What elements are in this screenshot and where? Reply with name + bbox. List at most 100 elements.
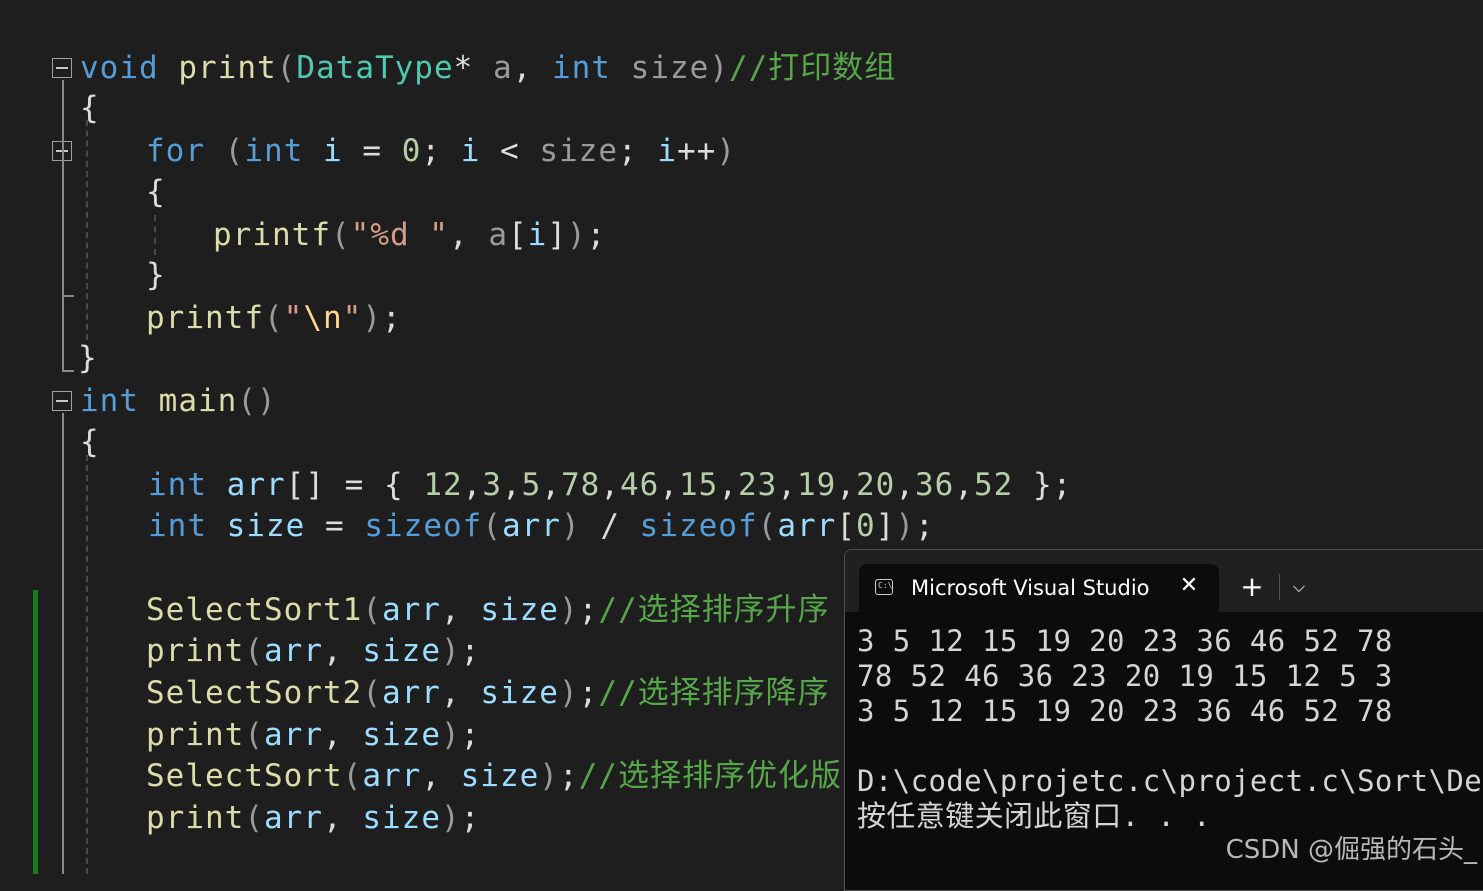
- code-token: int: [551, 50, 611, 86]
- code-token: ]: [875, 508, 896, 544]
- code-token: int: [244, 133, 304, 169]
- code-line[interactable]: SelectSort(arr, size);//选择排序优化版: [146, 756, 842, 796]
- code-token: //选择排序升序: [598, 592, 830, 628]
- outline-line: [62, 80, 64, 372]
- code-token: //选择排序优化版: [578, 758, 842, 794]
- code-line[interactable]: SelectSort2(arr, size);//选择排序降序: [146, 673, 830, 713]
- code-line[interactable]: int size = sizeof(arr) / sizeof(arr[0]);: [148, 506, 935, 546]
- code-token: 20: [856, 467, 896, 503]
- code-token: print: [146, 800, 245, 836]
- code-line[interactable]: void print(DataType* a, int size)//打印数组: [80, 48, 896, 88]
- indent-guide: [86, 455, 88, 874]
- code-token: ,: [777, 467, 798, 503]
- code-token: 5: [521, 467, 542, 503]
- code-token: int: [148, 467, 207, 503]
- code-token: ,: [323, 800, 363, 836]
- code-token: i: [657, 133, 678, 169]
- console-output-line: D:\code\projetc.c\project.c\Sort\De: [857, 764, 1483, 798]
- code-token: arr: [381, 592, 441, 628]
- code-token: {: [146, 174, 166, 210]
- code-token: arr: [381, 675, 441, 711]
- code-line[interactable]: {: [80, 422, 100, 462]
- code-token: =: [305, 508, 365, 544]
- code-token: \n: [303, 300, 343, 336]
- code-line[interactable]: print(arr, size);: [146, 715, 480, 755]
- code-line[interactable]: {: [146, 172, 166, 212]
- code-token: ): [709, 50, 729, 86]
- code-token: (: [244, 800, 264, 836]
- code-token: ,: [323, 717, 363, 753]
- code-token: ): [558, 675, 579, 711]
- code-line[interactable]: for (int i = 0; i < size; i++): [146, 131, 736, 171]
- code-token: arr: [777, 508, 837, 544]
- code-token: (: [244, 633, 264, 669]
- console-output-line: 78 52 46 36 23 20 19 15 12 5 3: [857, 659, 1393, 693]
- console-tab[interactable]: C:\ Microsoft Visual Studio ✕: [859, 564, 1219, 612]
- code-token: ,: [512, 50, 552, 86]
- code-line[interactable]: int main(): [80, 381, 277, 421]
- code-token: <: [480, 133, 540, 169]
- code-token: (: [263, 300, 284, 336]
- code-token: 3: [482, 467, 502, 503]
- terminal-icon: C:\: [875, 579, 893, 595]
- code-line[interactable]: }: [78, 338, 98, 378]
- code-line[interactable]: {: [80, 88, 100, 128]
- outline-line: [62, 295, 74, 297]
- code-token: i: [527, 217, 548, 253]
- code-token: 46: [620, 467, 660, 503]
- code-token: (: [482, 508, 502, 544]
- code-line[interactable]: }: [146, 255, 166, 295]
- code-line[interactable]: int arr[] = { 12,3,5,78,46,15,23,19,20,3…: [148, 465, 1072, 505]
- code-token: int: [148, 508, 207, 544]
- code-line[interactable]: printf("%d ", a[i]);: [213, 215, 606, 255]
- code-token: arr: [226, 467, 286, 503]
- code-token: size: [539, 133, 619, 169]
- watermark: CSDN @倔强的石头_: [1225, 835, 1477, 865]
- code-token: size: [362, 717, 441, 753]
- collapse-icon[interactable]: [52, 391, 72, 411]
- console-output-line: 按任意键关闭此窗口. . .: [857, 799, 1211, 833]
- code-token: ,: [448, 217, 489, 253]
- code-token: size: [630, 50, 710, 86]
- code-token: ++: [677, 133, 717, 169]
- code-token: ): [362, 300, 382, 336]
- code-token: (: [342, 758, 363, 794]
- chevron-down-icon[interactable]: ⌵: [1285, 574, 1313, 600]
- code-token: ,: [541, 467, 562, 503]
- code-token: SelectSort: [146, 758, 343, 794]
- code-token: ;: [382, 300, 402, 336]
- outline-line: [62, 413, 64, 874]
- code-line[interactable]: print(arr, size);: [146, 798, 480, 838]
- code-token: arr: [264, 717, 323, 753]
- code-token: ,: [600, 467, 621, 503]
- console-titlebar[interactable]: C:\ Microsoft Visual Studio ✕ + ⌵: [845, 550, 1483, 612]
- code-token: ,: [895, 467, 916, 503]
- code-token: print: [146, 633, 245, 669]
- code-token: ;: [586, 217, 607, 253]
- collapse-icon[interactable]: [52, 58, 72, 78]
- code-token: ,: [954, 467, 975, 503]
- code-token: ,: [718, 467, 739, 503]
- code-token: ): [539, 758, 559, 794]
- code-token: a: [492, 50, 513, 86]
- code-token: main: [158, 383, 238, 419]
- code-line[interactable]: print(arr, size);: [146, 631, 480, 671]
- code-token: 0: [401, 133, 422, 169]
- code-token: [: [507, 217, 528, 253]
- code-token: ,: [440, 675, 481, 711]
- close-icon[interactable]: ✕: [1175, 572, 1203, 600]
- code-token: sizeof: [639, 508, 758, 544]
- new-tab-button[interactable]: +: [1237, 572, 1267, 602]
- code-line[interactable]: printf("\n");: [146, 298, 402, 338]
- code-token: ]: [547, 217, 567, 253]
- code-token: 12: [423, 467, 463, 503]
- divider: [1279, 574, 1280, 600]
- code-line[interactable]: SelectSort1(arr, size);//选择排序升序: [146, 590, 830, 630]
